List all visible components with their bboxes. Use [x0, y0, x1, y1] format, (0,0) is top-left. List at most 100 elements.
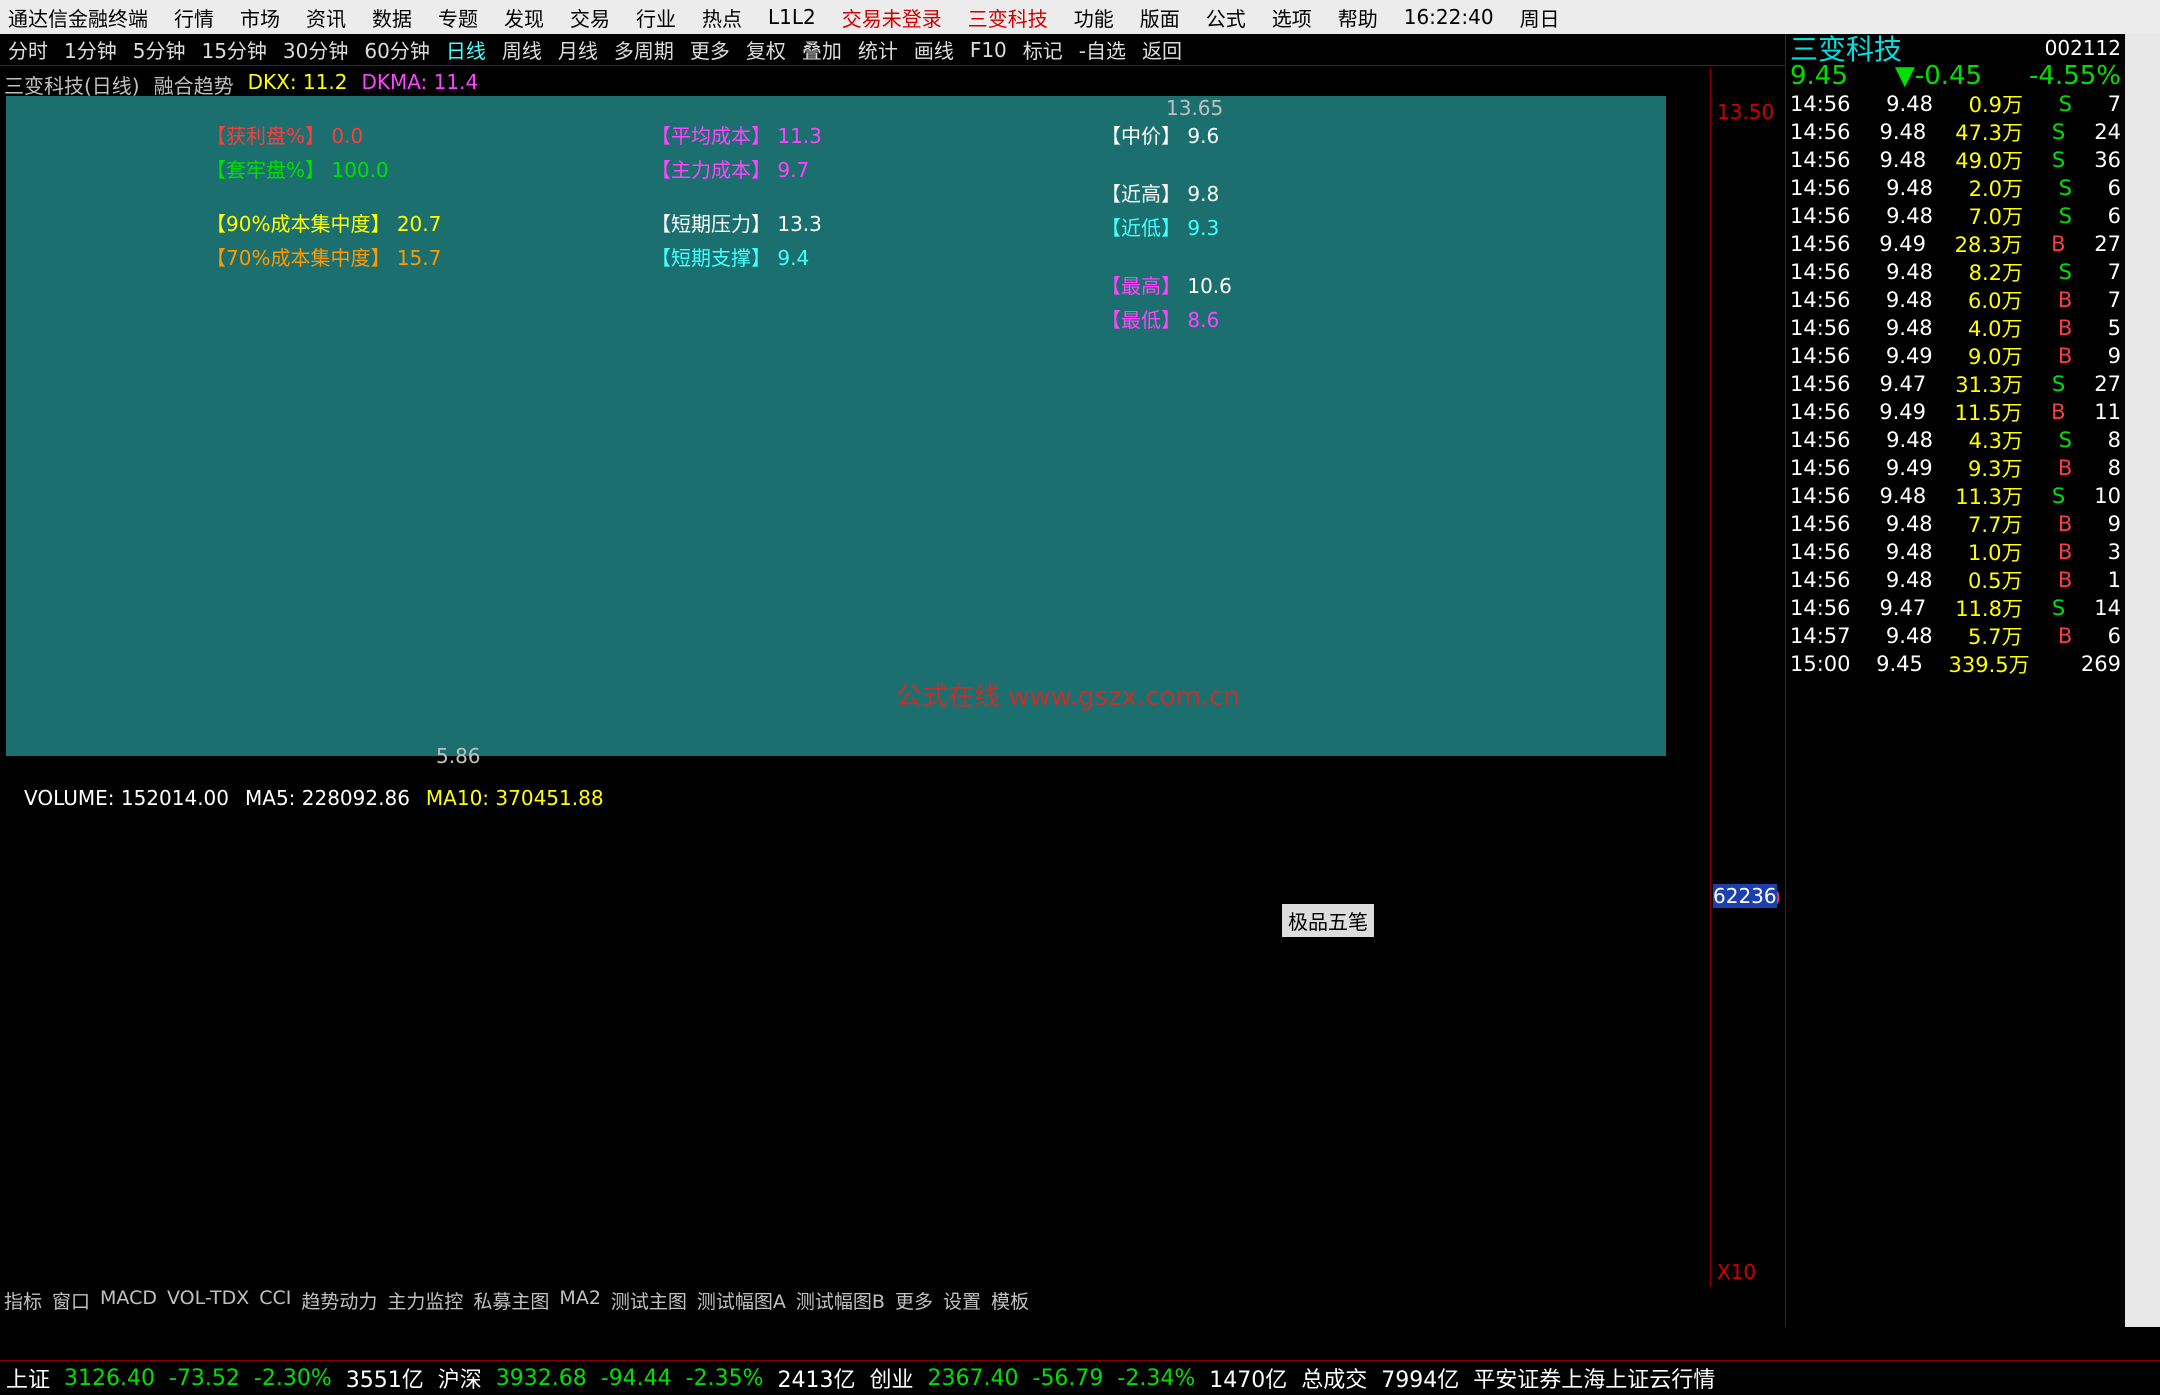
clock: 16:22:40 [1403, 5, 1494, 29]
tab-indicator[interactable]: 主力监控 [387, 1287, 463, 1313]
tab-indicator[interactable]: 测试幅图A [697, 1287, 786, 1313]
short-support: 【短期支撑】 9.4 [651, 246, 810, 270]
volume-panel[interactable]: VOLUME: 152014.00 MA5: 228092.86 MA10: 3… [0, 782, 1710, 1287]
menu-item[interactable]: 交易 [570, 3, 610, 32]
near-high: 【近高】 9.8 [1101, 182, 1220, 206]
tab-period[interactable]: 周线 [502, 35, 542, 64]
tab-period[interactable]: 多周期 [614, 35, 674, 64]
volume-cursor: 62236 [1713, 884, 1777, 908]
tab-period[interactable]: 15分钟 [201, 35, 266, 64]
tab-indicator[interactable]: 测试幅图B [796, 1287, 885, 1313]
cost-70: 【70%成本集中度】 15.7 [206, 246, 442, 270]
main-plot-canvas[interactable]: 【获利盘%】 0.0 【套牢盘%】 100.0 【90%成本集中度】 20.7 … [6, 96, 1666, 768]
volume-unit: X10 [1717, 1260, 1757, 1284]
weekday: 周日 [1519, 6, 1560, 31]
cost-trapped: 【套牢盘%】 100.0 [206, 158, 389, 182]
tick-row: 14:56 9.48 7.7万 B 9 [1790, 512, 2121, 537]
quote-sidebar: 三变科技 002112 9.45 ▼-0.45 -4.55% 14:56 9.48 0.9… [1785, 33, 2125, 1327]
tick-row: 14:56 9.48 47.3万 S 24 [1790, 120, 2121, 145]
status-bar: 上证 3126.40 -73.52 -2.30% 3551亿 沪深 3932.6… [0, 1360, 2160, 1395]
price-change: ▼-0.45 [1894, 61, 1983, 91]
tick-row: 14:56 9.47 11.8万 S 14 [1790, 596, 2121, 621]
avg-cost: 【平均成本】 11.3 [651, 124, 822, 148]
menu-item[interactable]: 版面 [1140, 3, 1180, 32]
tool-button[interactable]: 返回 [1142, 35, 1182, 64]
cy-amount: 1470亿 [1209, 1368, 1288, 1393]
total-label: 总成交 [1301, 1368, 1368, 1393]
tick-row: 14:56 9.48 7.0万 S 6 [1790, 204, 2121, 229]
cy-index: 2367.40 [927, 1365, 1019, 1391]
login-status[interactable]: 交易未登录 [842, 3, 942, 32]
price-axis: 13.50 70000 62236 X10 [1710, 68, 1785, 1287]
tick-row: 14:56 9.48 0.9万 S 7 [1790, 92, 2121, 117]
tab-period-active[interactable]: 日线 [446, 35, 486, 64]
tick-row: 14:56 9.48 4.3万 S 8 [1790, 428, 2121, 453]
tool-button[interactable]: 标记 [1023, 35, 1063, 64]
last-price: 9.45 [1790, 61, 1848, 91]
tab-indicator[interactable]: MA2 [559, 1287, 600, 1313]
formula-name: 融合趋势 [153, 74, 234, 98]
hs-amount: 2413亿 [777, 1368, 856, 1393]
dkx-value: DKX: 11.2 [247, 70, 348, 94]
menu-item[interactable]: 热点 [702, 3, 742, 32]
tool-button[interactable]: 叠加 [802, 35, 842, 64]
tab-indicator[interactable]: 私募主图 [473, 1287, 549, 1313]
tab-indicator[interactable]: 更多 [895, 1287, 933, 1313]
menu-item[interactable]: 数据 [372, 3, 412, 32]
tab-period[interactable]: 更多 [690, 35, 730, 64]
tab-period[interactable]: 1分钟 [64, 35, 117, 64]
volume-value: VOLUME: 152014.00 [24, 786, 229, 810]
hs-index: 3932.68 [495, 1365, 587, 1391]
menu-item[interactable]: 选项 [1272, 3, 1312, 32]
menu-item[interactable]: 行业 [636, 3, 676, 32]
tool-button[interactable]: 复权 [746, 35, 786, 64]
menu-item[interactable]: 资讯 [306, 3, 346, 32]
tool-button[interactable]: 统计 [858, 35, 898, 64]
tab-indicator[interactable]: CCI [259, 1287, 291, 1313]
volume-ma5: MA5: 228092.86 [245, 786, 410, 810]
tick-row: 14:56 9.47 31.3万 S 27 [1790, 372, 2121, 397]
tick-row: 14:56 9.48 8.2万 S 7 [1790, 260, 2121, 285]
hs-change: -94.44 [600, 1365, 672, 1391]
menu-item[interactable]: 发现 [504, 3, 544, 32]
tool-button[interactable]: -自选 [1079, 35, 1126, 64]
tab-indicator[interactable]: 趋势动力 [301, 1287, 377, 1313]
tab-indicator[interactable]: 设置 [943, 1287, 981, 1313]
tick-row: 14:56 9.48 11.3万 S 10 [1790, 484, 2121, 509]
tab-period[interactable]: 月线 [558, 35, 598, 64]
menu-item[interactable]: 市场 [240, 3, 280, 32]
sh-pct: -2.30% [253, 1365, 332, 1391]
tool-button[interactable]: F10 [970, 38, 1007, 62]
menu-item[interactable]: 公式 [1206, 3, 1246, 32]
watermark: 公式在线 www.gszx.com.cn [896, 682, 1240, 712]
tool-button[interactable]: 画线 [914, 35, 954, 64]
right-toolbar[interactable] [2125, 34, 2160, 1327]
menu-item[interactable]: 帮助 [1338, 3, 1378, 32]
sh-amount: 3551亿 [345, 1368, 424, 1393]
tab-indicator[interactable]: 指标 [4, 1287, 42, 1313]
tab-period[interactable]: 分时 [8, 35, 48, 64]
tick-row: 14:56 9.49 9.0万 B 9 [1790, 344, 2121, 369]
tab-indicator[interactable]: MACD [100, 1287, 157, 1313]
cy-change: -56.79 [1032, 1365, 1104, 1391]
tab-period[interactable]: 60分钟 [364, 35, 429, 64]
tab-indicator[interactable]: VOL-TDX [167, 1287, 249, 1313]
volume-ma10: MA10: 370451.88 [425, 786, 604, 810]
ticks-list: 14:56 9.48 0.9万 S 7 14:56 9.48 47.3万 S 24 14:56 9.4… [1786, 90, 2125, 678]
menu-item[interactable]: 专题 [438, 3, 478, 32]
period-tabs: 分时 1分钟 5分钟 15分钟 30分钟 60分钟 日线 周线 月线 多周期 更… [0, 34, 1785, 66]
tab-indicator[interactable]: 测试主图 [611, 1287, 687, 1313]
menu-item[interactable]: L1L2 [768, 5, 816, 29]
menu-item[interactable]: 行情 [174, 3, 214, 32]
menu-item[interactable]: 功能 [1074, 3, 1114, 32]
main-cost: 【主力成本】 9.7 [651, 158, 810, 182]
ime-toolbar[interactable]: 极品五笔 [1282, 904, 1374, 937]
cost-90: 【90%成本集中度】 20.7 [206, 212, 442, 236]
tab-indicator[interactable]: 模板 [991, 1287, 1029, 1313]
stock-name: 三变科技 [967, 6, 1048, 31]
tab-period[interactable]: 5分钟 [133, 35, 186, 64]
stock-code: 002112 [2044, 36, 2121, 60]
tick-row: 14:56 9.48 49.0万 S 36 [1790, 148, 2121, 173]
tab-indicator[interactable]: 窗口 [52, 1287, 90, 1313]
tab-period[interactable]: 30分钟 [283, 35, 348, 64]
